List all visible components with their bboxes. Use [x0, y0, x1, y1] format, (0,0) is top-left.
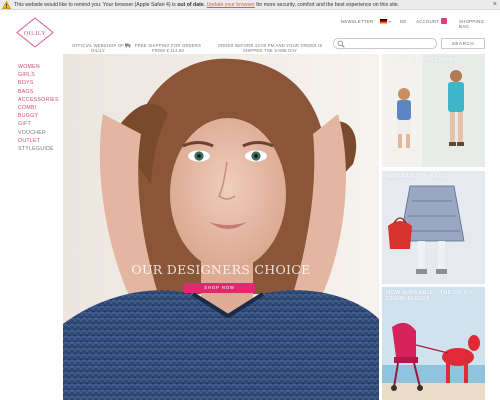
combi-buggy-image — [382, 287, 485, 400]
free-shipping-text: FREE SHIPPING FOR ORDERS FROM € 114,50 — [134, 43, 202, 54]
outdated-browser-message: This website would like to remind you: Y… — [14, 2, 400, 8]
nav-item-bags[interactable]: BAGS — [18, 88, 59, 96]
nav-item-boys[interactable]: BOYS — [18, 79, 59, 87]
nav-item-gift[interactable]: GIFT — [18, 120, 59, 128]
promo-tile-girlswear[interactable]: COLORFUL GIRLSWEAR — [382, 54, 485, 167]
nav-item-voucher[interactable]: VOUCHER — [18, 129, 59, 137]
nav-item-outlet[interactable]: OUTLET — [18, 137, 59, 145]
out-of-date-text: out of date — [177, 2, 204, 8]
hero-banner[interactable]: OUR DESIGNERS CHOICE SHOP NOW — [63, 54, 379, 400]
shop-now-button[interactable]: SHOP NOW — [184, 283, 255, 293]
fashion-bags-image — [382, 171, 485, 284]
truck-icon — [125, 43, 131, 48]
close-icon[interactable]: × — [493, 0, 497, 9]
official-webshop-text: OFFICIAL WEBSHOP OF OILILY — [72, 43, 124, 54]
hero-image — [63, 54, 379, 400]
language-selector[interactable]: DE — [400, 19, 407, 24]
search-button[interactable]: SEARCH — [441, 38, 485, 49]
nav-item-buggy[interactable]: BUGGY — [18, 112, 59, 120]
category-nav: WOMEN GIRLS BOYS BAGS ACCESSORIES COMBI … — [18, 63, 59, 153]
logo-text: OILILY — [24, 30, 47, 37]
nav-item-women[interactable]: WOMEN — [18, 63, 59, 71]
search-input[interactable] — [346, 40, 434, 47]
nav-item-styleguide[interactable]: STYLEGUIDE — [18, 145, 59, 153]
tile-caption-bags: NEW FASHION BAGS — [386, 174, 448, 180]
warning-icon — [2, 1, 11, 9]
tile-caption-girlswear: COLORFUL GIRLSWEAR — [386, 57, 457, 63]
promo-tile-bags[interactable]: NEW FASHION BAGS — [382, 171, 485, 284]
search-icon — [337, 40, 345, 48]
update-browser-link[interactable]: Update your browser — [207, 2, 255, 8]
shopping-bag-link[interactable]: SHOPPING BAG — [459, 19, 487, 29]
german-flag-icon[interactable] — [380, 19, 387, 24]
newsletter-link[interactable]: NEWSLETTER — [341, 19, 373, 24]
search-box[interactable] — [333, 38, 437, 49]
nav-item-girls[interactable]: GIRLS — [18, 71, 59, 79]
oilily-logo[interactable]: OILILY — [16, 17, 54, 48]
hero-title: OUR DESIGNERS CHOICE — [131, 262, 311, 277]
promo-tile-combi-buggy[interactable]: NOW AVAILABLE : THE OILILY COMBI-BUGGY — [382, 287, 485, 400]
nav-item-accessories[interactable]: ACCESSORIES — [18, 96, 59, 104]
account-link[interactable]: ACCOUNT — [416, 19, 439, 24]
chevron-down-icon[interactable]: ▾ — [389, 19, 391, 24]
same-day-shipping-text: ORDER BEFORE 13:00 PM AND YOUR ORDER IS … — [217, 43, 323, 54]
nav-item-combi[interactable]: COMBI — [18, 104, 59, 112]
tile-caption-combi-buggy: NOW AVAILABLE : THE OILILY COMBI-BUGGY — [386, 290, 473, 303]
shopping-bag-icon[interactable] — [441, 18, 447, 24]
outdated-browser-bar: This website would like to remind you: Y… — [0, 0, 500, 10]
girlswear-image — [382, 54, 485, 167]
